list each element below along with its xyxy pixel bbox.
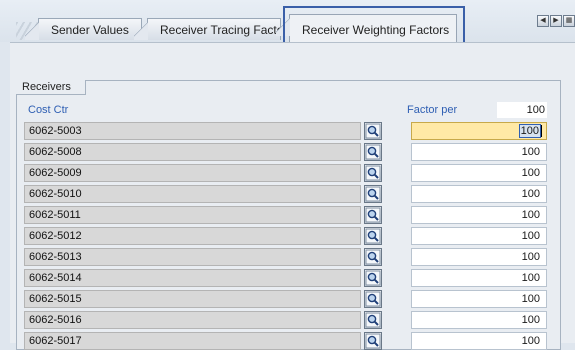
table-row: 6062-5014 100 <box>24 269 554 287</box>
factor-field[interactable]: 100 <box>411 122 547 140</box>
factor-field[interactable]: 100 <box>411 185 547 203</box>
tab-receiver-tracing-factor[interactable]: Receiver Tracing Factor <box>134 18 287 40</box>
tab-strip: Sender Values Receiver Tracing Factor Re… <box>0 0 575 44</box>
tab-receiver-weighting-factors[interactable]: Receiver Weighting Factors <box>276 14 457 42</box>
table-row: 6062-5011 100 <box>24 206 554 224</box>
factor-field[interactable]: 100 <box>411 206 547 224</box>
cost-center-field[interactable]: 6062-5010 <box>24 185 361 203</box>
table-row: 6062-5015 100 <box>24 290 554 308</box>
tab-list-icon[interactable]: ▦ <box>563 15 575 27</box>
table-row: 6062-5012 100 <box>24 227 554 245</box>
factor-field[interactable]: 100 <box>411 311 547 329</box>
table-row: 6062-5017 100 <box>24 332 554 350</box>
table-row: 6062-5016 100 <box>24 311 554 329</box>
search-help-icon[interactable] <box>364 269 382 287</box>
factor-field[interactable]: 100 <box>411 227 547 245</box>
column-header-factor-per: Factor per <box>407 104 458 116</box>
cost-center-field[interactable]: 6062-5014 <box>24 269 361 287</box>
search-help-icon[interactable] <box>364 164 382 182</box>
factor-field[interactable]: 100 <box>411 248 547 266</box>
cost-center-field[interactable]: 6062-5003 <box>24 122 361 140</box>
factor-field[interactable]: 100 <box>411 143 547 161</box>
table-row: 6062-5003 100 <box>24 122 554 140</box>
cost-center-field[interactable]: 6062-5009 <box>24 164 361 182</box>
factor-field[interactable]: 100 <box>411 164 547 182</box>
table-row: 6062-5008 100 <box>24 143 554 161</box>
cost-center-field[interactable]: 6062-5008 <box>24 143 361 161</box>
factor-field[interactable]: 100 <box>411 332 547 350</box>
cost-center-field[interactable]: 6062-5013 <box>24 248 361 266</box>
cost-center-field[interactable]: 6062-5017 <box>24 332 361 350</box>
receivers-group-title: Receivers <box>16 80 86 95</box>
arrow-left-icon[interactable]: ◀ <box>537 15 549 27</box>
tab-sender-values[interactable]: Sender Values <box>25 18 142 40</box>
table-row: 6062-5009 100 <box>24 164 554 182</box>
search-help-icon[interactable] <box>364 185 382 203</box>
cost-center-field[interactable]: 6062-5015 <box>24 290 361 308</box>
factor-field[interactable]: 100 <box>411 290 547 308</box>
arrow-right-icon[interactable]: ▶ <box>550 15 562 27</box>
search-help-icon[interactable] <box>364 290 382 308</box>
cost-center-field[interactable]: 6062-5011 <box>24 206 361 224</box>
search-help-icon[interactable] <box>364 143 382 161</box>
table-row: 6062-5013 100 <box>24 248 554 266</box>
tab-scroll-buttons: ◀ ▶ ▦ <box>537 15 575 27</box>
search-help-icon[interactable] <box>364 248 382 266</box>
cost-center-field[interactable]: 6062-5012 <box>24 227 361 245</box>
search-help-icon[interactable] <box>364 206 382 224</box>
search-help-icon[interactable] <box>364 311 382 329</box>
table-row: 6062-5010 100 <box>24 185 554 203</box>
cost-center-field[interactable]: 6062-5016 <box>24 311 361 329</box>
column-header-cost-ctr: Cost Ctr <box>28 104 69 116</box>
search-help-icon[interactable] <box>364 332 382 350</box>
factor-field[interactable]: 100 <box>411 269 547 287</box>
factor-per-value[interactable]: 100 <box>497 102 547 118</box>
search-help-icon[interactable] <box>364 122 382 140</box>
search-help-icon[interactable] <box>364 227 382 245</box>
text-cursor <box>541 125 542 137</box>
selected-factor-text: 100 <box>518 124 542 138</box>
